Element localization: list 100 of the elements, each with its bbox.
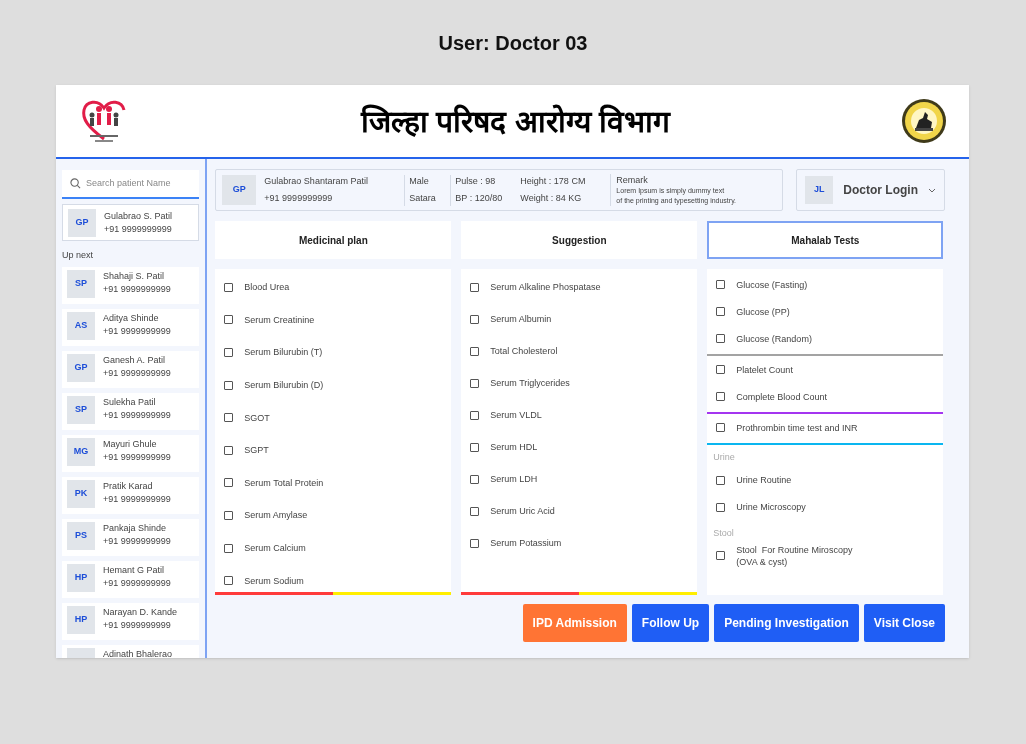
checkbox-row[interactable]: Serum Bilurubin (D) [215,368,452,402]
page-heading: User: Doctor 03 [438,30,588,56]
patient-phone: +91 9999999999 [264,192,334,205]
patient-phone: +91 9999999999 [103,534,171,548]
checkbox[interactable] [716,392,726,401]
tab[interactable]: Medicinal plan [215,221,452,259]
checkbox[interactable] [716,551,726,560]
checkbox[interactable] [716,475,726,485]
checkbox[interactable] [224,282,234,292]
item-label: Serum Bilurubin (T) [244,346,323,359]
patient-name: Shahaji S. Patil [103,269,166,283]
checkbox[interactable] [716,365,726,374]
checkbox[interactable] [470,442,480,452]
item-label: Total Cholesterol [490,345,558,357]
checkbox[interactable] [224,445,234,455]
checkbox[interactable] [470,378,480,388]
checkbox[interactable] [470,410,480,420]
checkbox-row[interactable]: Platelet Count [707,356,944,383]
patient-phone: +91 9999999999 [103,492,171,506]
patient-name: Gulabrao Shantaram Patil [264,174,369,188]
patient-card[interactable]: GP Ganesh A. Patil +91 9999999999 [62,350,200,388]
checkbox[interactable] [224,576,234,586]
checkbox[interactable] [224,315,234,325]
item-label: Serum Alkaline Phospatase [490,281,601,293]
patient-phone: +91 9999999999 [103,324,171,338]
doctor-login-menu[interactable]: JL Doctor Login [796,169,945,211]
item-label: Stool For Routine Miroscopy (OVA & cyst) [736,543,853,568]
checkbox-row[interactable]: Serum Sodium [215,564,452,597]
action-button[interactable]: Follow Up [631,604,710,642]
checkbox[interactable] [470,474,480,484]
checkbox-row[interactable]: Urine Routine [707,466,944,494]
height-reading: Height : 178 CM [520,174,587,188]
checkbox[interactable] [224,478,234,488]
checkbox[interactable] [716,423,726,432]
action-button[interactable]: Visit Close [863,604,945,642]
item-label: Serum Bilurubin (D) [244,379,324,392]
patient-name: Ganesh A. Patil [103,353,167,367]
checkbox-row[interactable]: SGPT [215,433,452,467]
checkbox[interactable] [224,510,234,520]
checkbox-row[interactable]: Serum Calcium [215,531,452,565]
checkbox-row[interactable]: Urine Microscopy [707,493,944,521]
checkbox-row[interactable]: Serum Total Protein [215,466,452,500]
checkbox-row[interactable]: Complete Blood Count [707,383,944,410]
checkbox-row[interactable]: Serum Uric Acid [461,495,698,527]
action-button[interactable]: Pending Investigation [714,604,859,642]
checkbox[interactable] [470,346,480,356]
group-label: Stool [712,526,735,540]
patient-name: Hemant G Patil [103,563,166,577]
checkbox-row[interactable]: Serum Creatinine [215,303,452,337]
avatar: HP [67,605,95,634]
patient-card[interactable]: HP Hemant G Patil +91 9999999999 [62,560,200,598]
checkbox-row[interactable]: Prothrombin time test and INR [707,414,944,441]
checkbox-row[interactable]: SGOT [215,401,452,434]
checkbox-row[interactable]: Serum HDL [461,431,698,463]
checkbox[interactable] [470,282,480,292]
checkbox-row[interactable]: Glucose (PP) [707,298,944,325]
checkbox[interactable] [470,538,480,548]
checkbox[interactable] [470,506,480,516]
patient-card[interactable]: GP Gulabrao S. Patil +91 9999999999 [62,204,200,241]
checkbox[interactable] [716,307,726,316]
group-label: Urine [712,451,736,464]
checkbox-row[interactable]: Blood Urea [215,271,452,304]
checkbox[interactable] [470,314,480,324]
avatar: SP [67,269,95,298]
checkbox-row[interactable]: Serum Albumin [461,303,698,335]
checkbox[interactable] [224,413,234,423]
item-label: Serum Total Protein [244,476,324,489]
checkbox-row[interactable]: Stool For Routine Miroscopy (OVA & cyst) [707,542,944,569]
patient-name: Sulekha Patil [103,395,157,409]
checkbox[interactable] [716,334,726,343]
patient-card[interactable]: AS Aditya Shinde +91 9999999999 [62,308,200,346]
patient-card[interactable]: PK Pratik Karad +91 9999999999 [62,476,200,514]
checkbox-row[interactable]: Serum Bilurubin (T) [215,336,452,369]
checkbox[interactable] [224,543,234,553]
patient-card[interactable]: PS Pankaja Shinde +91 9999999999 [62,518,200,556]
checkbox-row[interactable]: Serum Potassium [461,527,698,559]
patient-name: Narayan D. Kande [103,605,178,619]
checkbox-row[interactable]: Total Cholesterol [461,335,698,367]
patient-card[interactable]: SP Sulekha Patil +91 9999999999 [62,392,200,430]
patient-card[interactable]: MG Mayuri Ghule +91 9999999999 [62,434,200,472]
checkbox-row[interactable]: Serum LDH [461,463,698,495]
patient-sex: Male [409,174,430,188]
patient-card[interactable]: Adinath Bhalerao [62,644,200,658]
patient-card[interactable]: SP Shahaji S. Patil +91 9999999999 [62,266,200,304]
chevron-down-icon [928,187,936,193]
checkbox-row[interactable]: Glucose (Fasting) [707,271,944,298]
checkbox[interactable] [224,348,234,357]
checkbox[interactable] [716,280,726,289]
checkbox-row[interactable]: Glucose (Random) [707,325,944,352]
checkbox-row[interactable]: Serum Alkaline Phospatase [461,271,698,303]
checkbox[interactable] [224,380,234,390]
patient-card[interactable]: HP Narayan D. Kande +91 9999999999 [62,602,200,640]
checkbox-row[interactable]: Serum VLDL [461,399,698,431]
tab[interactable]: Mahalab Tests [707,221,944,259]
item-label: Serum HDL [490,441,538,453]
tab[interactable]: Suggestion [461,221,698,259]
search-field[interactable]: Search patient Name [62,169,200,199]
checkbox[interactable] [716,502,726,512]
checkbox-row[interactable]: Serum Triglycerides [461,367,698,399]
checkbox-row[interactable]: Serum Amylase [215,499,452,532]
